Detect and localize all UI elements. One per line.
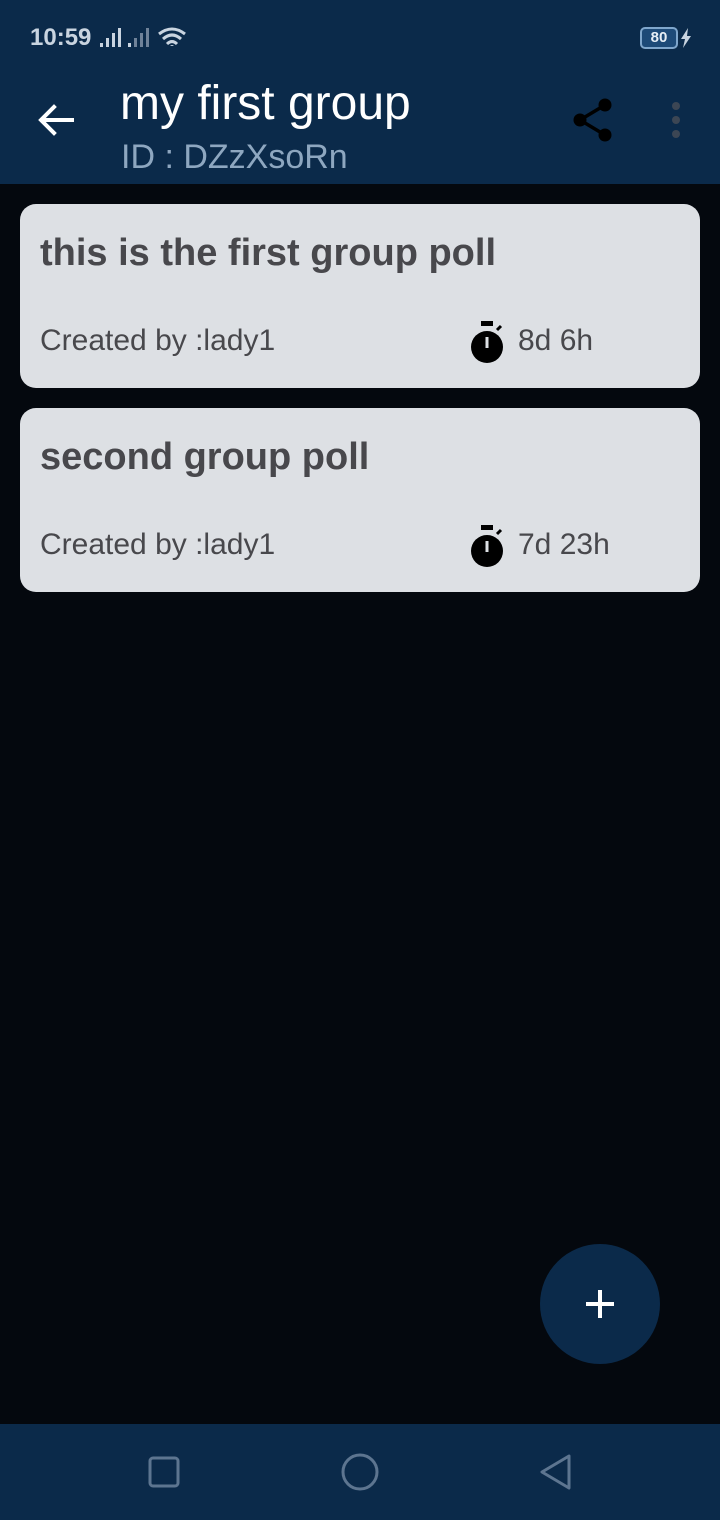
poll-author: Created by :lady1 bbox=[40, 324, 276, 357]
plus-icon bbox=[586, 1290, 614, 1318]
screen: 10:59 80 my first group ID : DZzXsoRn th… bbox=[0, 0, 720, 1520]
poll-title: second group poll bbox=[40, 436, 370, 478]
back-triangle-icon[interactable] bbox=[536, 1452, 576, 1492]
poll-title: this is the first group poll bbox=[40, 232, 496, 274]
page-title: my first group bbox=[120, 77, 411, 130]
timer-icon bbox=[471, 321, 503, 363]
poll-card[interactable]: this is the first group poll Created by … bbox=[20, 204, 700, 388]
charging-icon bbox=[681, 28, 691, 48]
poll-time-left: 7d 23h bbox=[518, 528, 610, 561]
recents-square-icon[interactable] bbox=[144, 1452, 184, 1492]
app-bar: my first group ID : DZzXsoRn bbox=[0, 76, 720, 184]
more-vert-icon[interactable] bbox=[662, 98, 690, 144]
timer-icon bbox=[471, 525, 503, 567]
battery-icon: 80 bbox=[640, 27, 678, 49]
group-id: ID : DZzXsoRn bbox=[121, 138, 348, 176]
poll-author: Created by :lady1 bbox=[40, 528, 276, 561]
poll-list: this is the first group poll Created by … bbox=[20, 204, 700, 612]
back-arrow-icon[interactable] bbox=[34, 98, 78, 142]
system-nav-bar bbox=[0, 1424, 720, 1520]
add-poll-button[interactable] bbox=[540, 1244, 660, 1364]
share-icon[interactable] bbox=[570, 96, 616, 144]
home-circle-icon[interactable] bbox=[340, 1452, 380, 1492]
poll-card[interactable]: second group poll Created by :lady1 7d 2… bbox=[20, 408, 700, 592]
status-bar: 10:59 80 bbox=[0, 0, 720, 76]
signal-icon bbox=[100, 28, 121, 47]
poll-time-left: 8d 6h bbox=[518, 324, 594, 357]
status-time: 10:59 bbox=[30, 24, 92, 51]
signal-icon bbox=[128, 28, 149, 47]
wifi-icon bbox=[158, 27, 186, 46]
